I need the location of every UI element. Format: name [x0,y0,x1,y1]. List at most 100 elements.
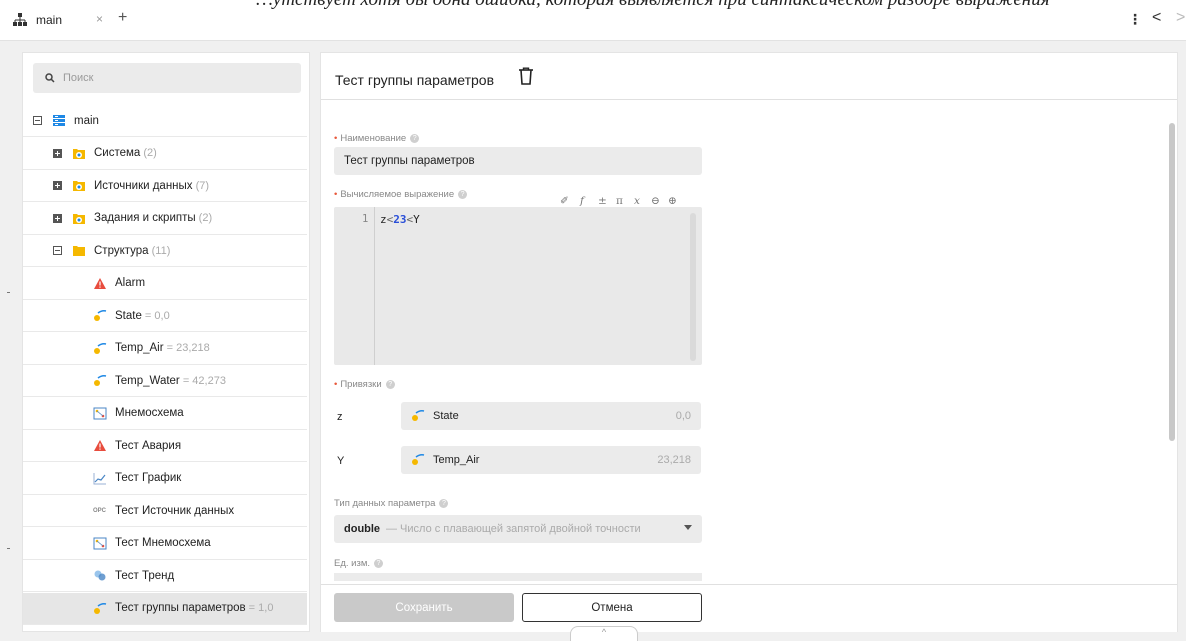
expand-icon[interactable] [53,213,62,223]
collapse-icon[interactable] [53,246,62,255]
tree-panel: Поиск main Система (2) Источники данных (7… [22,52,310,632]
tab-title: main [36,13,63,27]
tree-item-label: Тест Источник данных [115,504,235,517]
binding-field[interactable]: Temp_Air 23,218 [401,446,701,474]
plus-minus-button[interactable]: ± [598,195,607,207]
expression-editor[interactable]: 1 z<23<Y [334,207,702,365]
tree-item[interactable]: OPC Тест Источник данных [23,495,307,527]
collapse-panel-button[interactable]: ^ [570,626,638,641]
editor-panel: Тест группы параметров • Наименование? Те… [320,52,1178,632]
units-field[interactable] [334,573,702,581]
tree-item[interactable]: Тест Тренд [23,560,307,592]
binding-variable: Y [337,455,345,467]
tree-item-count: (11) [148,244,171,257]
search-icon [45,73,55,83]
tree-item-count: = 23,218 [163,342,210,354]
parameter-icon [94,342,107,354]
variable-button[interactable]: x [634,195,640,207]
cancel-button[interactable]: Отмена [522,593,702,622]
parameter-icon [412,409,425,421]
name-field[interactable]: Тест группы параметров [334,147,702,175]
help-icon[interactable]: ? [439,498,449,508]
add-tab-button[interactable]: + [118,9,127,27]
tab-close-icon[interactable]: × [96,12,103,26]
tree-item[interactable]: Задания и скрипты (2) [23,203,307,235]
tree-item-label: Система [94,147,141,159]
tree-item[interactable]: Alarm [23,268,307,300]
line-number: 1 [362,213,369,225]
zoom-in-icon[interactable]: ⊕ [668,195,677,207]
tree-item-count: (2) [195,212,213,224]
parameter-icon [412,453,425,465]
expression-label: • Вычисляемое выражение? [334,189,468,200]
tree-item-label: Тест Авария [115,439,182,452]
tree-item-count: = 1,0 [245,602,274,614]
datatype-label: Тип данных параметра? [334,498,449,509]
help-icon[interactable]: ? [374,558,383,568]
tree-item[interactable]: Система (2) [23,138,307,170]
save-button[interactable]: Сохранить [334,593,514,622]
expression-code: z<23<Y [380,213,420,226]
tree-item-label: Структура [94,244,149,257]
folder-icon [73,246,85,256]
tree-item[interactable]: Тест Авария [23,430,307,462]
edge-tick [7,292,10,293]
editor-footer: Сохранить Отмена [321,584,1177,632]
opc-icon: OPC [93,507,107,514]
editor-title: Тест группы параметров [335,72,495,88]
tree-item-count: = 42,273 [179,374,226,387]
tree-item-label: Задания и скрипты [94,212,196,224]
hierarchy-icon [13,13,27,26]
function-button[interactable]: f [580,195,584,207]
datatype-select[interactable]: double — Число с плавающей запятой двойн… [334,515,702,543]
tree-item-label: main [74,114,99,127]
tree-item[interactable]: Источники данных (7) [23,170,307,202]
search-placeholder: Поиск [63,72,94,84]
chart-icon [93,472,106,484]
tree-item-label: Тест Мнемосхема [115,537,211,549]
tree-item-label: Тест График [115,472,182,484]
magic-wand-icon[interactable]: ✐ [560,195,569,207]
tree-item[interactable]: main [23,105,307,137]
zoom-out-icon[interactable]: ⊖ [651,195,660,207]
tab-main[interactable]: main [12,6,62,34]
expand-icon[interactable] [53,181,62,190]
back-nav-icon[interactable]: < [1152,9,1161,27]
tree-item-label: Alarm [115,277,146,289]
tree-item[interactable]: Тест группы параметров = 1,0 [23,592,307,625]
tree-item[interactable]: Temp_Water = 42,273 [23,365,307,397]
chevron-down-icon [684,525,692,530]
top-bar: main × + …утствует хотя бы одна ошибка, … [0,0,1186,41]
tree-item-label: Тест Тренд [115,569,175,582]
tree-item-count: = 0,0 [141,309,170,322]
forward-nav-icon[interactable]: > [1176,9,1185,27]
collapse-icon[interactable] [33,116,42,125]
tree-item[interactable]: State = 0,0 [23,300,307,332]
panel-scrollbar[interactable] [1169,123,1175,441]
editor-header: Тест группы параметров [321,53,1177,100]
editor-scrollbar[interactable] [690,213,696,361]
tree-item-label: State [115,309,142,322]
tree-item[interactable]: Мнемосхема [23,398,307,430]
pi-button[interactable]: π [616,195,623,207]
tree-item[interactable]: Temp_Air = 23,218 [23,333,307,365]
tree-item[interactable]: Тест График [23,463,307,495]
binding-field[interactable]: State 0,0 [401,402,701,430]
parameter-icon [94,309,107,321]
tree-item-label: Temp_Air [115,342,164,354]
help-icon[interactable]: ? [458,189,468,199]
search-input[interactable]: Поиск [33,63,301,93]
expand-icon[interactable] [53,148,62,158]
parameter-icon [94,602,107,614]
folder-gear-icon [73,181,85,191]
tree-item[interactable]: Тест Мнемосхема [23,528,307,560]
delete-icon[interactable] [518,67,534,85]
mnemonic-icon [93,407,107,419]
name-label: • Наименование? [334,133,420,144]
trend-icon [94,570,106,581]
tree-item[interactable]: Структура (11) [23,235,307,267]
help-icon[interactable]: ? [385,379,395,389]
help-icon[interactable]: ? [410,133,420,143]
more-menu-icon[interactable]: ⋮ [1128,11,1142,28]
alarm-icon [94,440,106,451]
